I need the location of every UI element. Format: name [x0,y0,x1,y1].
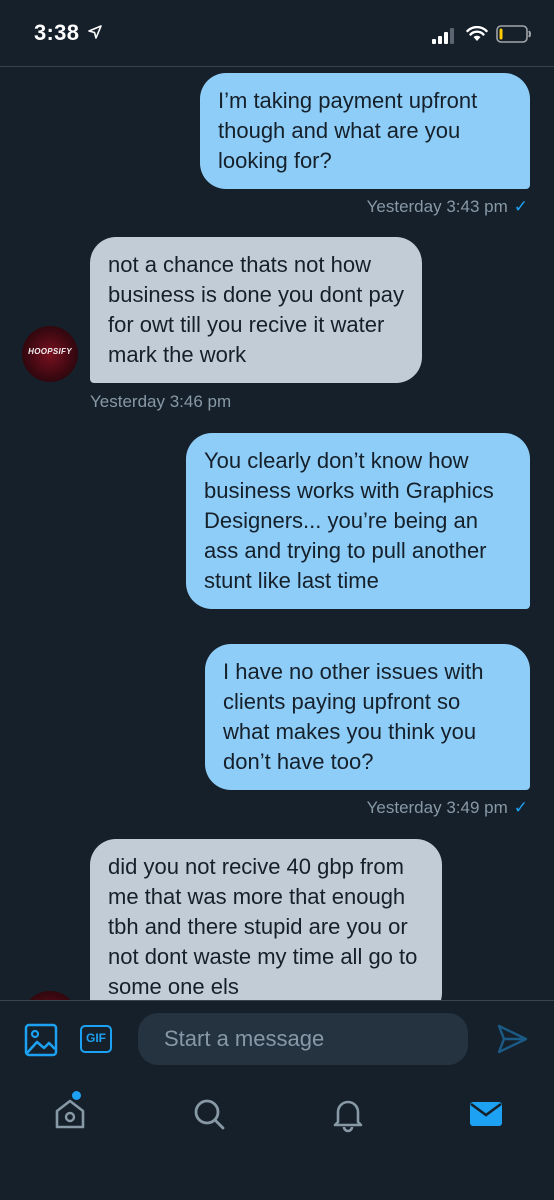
message-text: You clearly don’t know how business work… [204,448,494,593]
outgoing-message[interactable]: I’m taking payment upfront though and wh… [200,73,530,189]
sent-check-icon: ✓ [513,197,528,216]
incoming-message[interactable]: not a chance thats not how business is d… [90,237,422,383]
messages-icon [470,1102,502,1126]
battery-icon [496,25,531,43]
message-thread[interactable]: I’m taking payment upfront though and wh… [0,67,554,1000]
avatar-logo-text: HOOPSIFY [28,347,72,356]
message-text: did you not recive 40 gbp from me that w… [108,854,418,999]
incoming-message[interactable]: did you not recive 40 gbp from me that w… [90,839,442,1000]
image-icon[interactable] [24,1023,58,1057]
signal-icon [432,28,454,44]
outgoing-message[interactable]: You clearly don’t know how business work… [186,433,530,609]
wifi-icon [466,26,488,41]
outgoing-message[interactable]: I have no other issues with clients payi… [205,644,530,790]
tab-notifications[interactable] [328,1094,368,1134]
message-text: not a chance thats not how business is d… [108,252,404,367]
message-timestamp: Yesterday 3:43 pm ✓ [366,197,528,216]
sent-check-icon: ✓ [513,798,528,817]
gif-button[interactable]: GIF [80,1025,112,1053]
tab-messages[interactable] [466,1094,506,1134]
search-icon [194,1099,225,1130]
avatar[interactable]: HOOPSIFY [22,326,78,382]
send-icon[interactable] [496,1023,528,1055]
message-composer: GIF [0,1000,554,1081]
message-text: I have no other issues with clients payi… [223,659,484,774]
tab-home[interactable] [50,1091,90,1134]
message-input[interactable] [138,1013,468,1065]
message-timestamp: Yesterday 3:49 pm ✓ [366,798,528,817]
message-text: I’m taking payment upfront though and wh… [218,88,478,173]
tab-bar [0,1080,554,1200]
notification-dot [72,1091,81,1100]
home-icon [55,1099,85,1129]
status-bar: 3:38 [0,0,554,66]
notifications-icon [333,1100,363,1133]
location-arrow-icon [88,25,102,39]
tab-search[interactable] [189,1094,229,1134]
avatar[interactable] [22,991,78,1000]
status-time: 3:38 [34,20,80,45]
message-timestamp: Yesterday 3:46 pm [90,392,232,411]
